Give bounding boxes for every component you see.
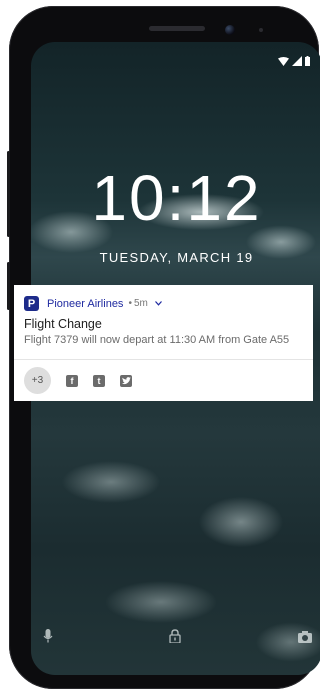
notification-actions: +3 f t [24,367,132,394]
header-separator: • [128,298,132,309]
twitter-icon[interactable] [120,374,132,387]
notification-title: Flight Change [24,317,102,331]
status-bar [278,56,310,66]
app-name: Pioneer Airlines [47,297,124,310]
more-notifications-badge[interactable]: +3 [24,367,51,394]
expand-chevron-icon[interactable] [154,301,162,306]
facebook-icon[interactable]: f [66,374,78,387]
proximity-sensor [259,28,263,32]
notification-header: P Pioneer Airlines • 5m [24,296,162,311]
lock-clock: 10:12 [91,162,262,234]
camera-icon[interactable] [298,631,312,643]
lock-date: TUESDAY, MARCH 19 [99,250,254,265]
signal-icon [292,56,302,66]
notification-divider [14,359,313,360]
lock-icon[interactable] [169,629,181,643]
notification-card[interactable]: P Pioneer Airlines • 5m Flight Change Fl… [14,285,313,401]
front-camera [225,25,235,35]
wifi-icon [278,56,289,66]
notification-body: Flight 7379 will now depart at 11:30 AM … [24,334,290,346]
app-logo: P [24,296,39,311]
notification-time: 5m [133,298,148,309]
microphone-icon[interactable] [43,629,53,643]
bixby-button [7,262,10,310]
volume-button [7,151,10,237]
earpiece-speaker [149,26,205,31]
battery-icon [305,56,310,66]
tumblr-icon[interactable]: t [93,374,105,387]
